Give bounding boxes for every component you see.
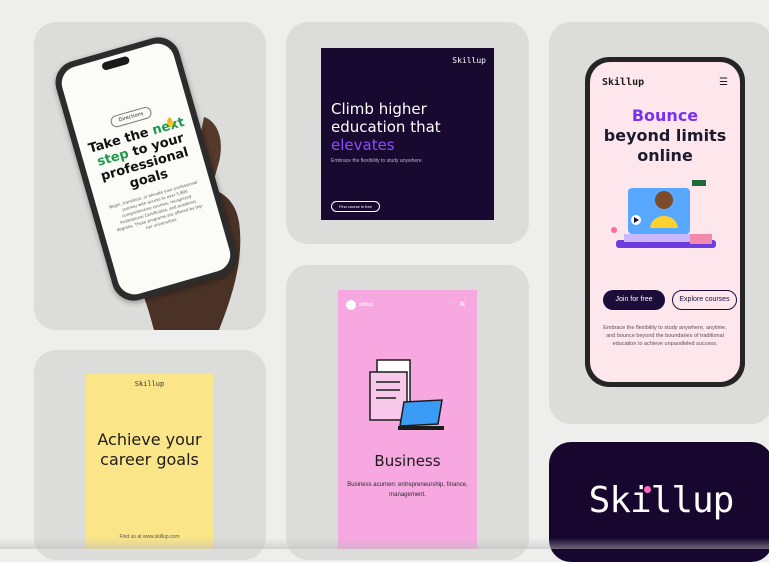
hamburger-icon[interactable]: ☰	[719, 77, 728, 88]
phone-screen: Skillup ☰ Bounce beyond limits online Joi…	[590, 62, 740, 382]
skillup-logo: Skillup	[452, 56, 486, 65]
avatar	[346, 300, 356, 310]
career-headline: Achieve your career goals	[97, 430, 202, 469]
logo-dot	[644, 486, 651, 493]
student-laptop-illustration	[611, 180, 716, 248]
skillup-logo: Skillup	[134, 380, 165, 388]
skillup-logo: Skillup	[602, 77, 645, 88]
join-for-free-button[interactable]: Join for free	[603, 290, 665, 310]
story-header: skillup ··· ✕	[343, 299, 472, 310]
skillup-wordmark: Skillup	[588, 480, 735, 521]
close-icon[interactable]: ✕	[458, 299, 466, 310]
bounce-headline: Bounce beyond limits online	[603, 106, 727, 165]
documents-laptop-illustration	[369, 359, 444, 430]
climb-headline: Climb higher education that elevates	[331, 100, 441, 154]
bottom-shade	[0, 538, 769, 549]
find-course-button[interactable]: Find course is free	[331, 201, 380, 212]
career-card: Skillup Achieve your career goals Find u…	[86, 374, 213, 549]
business-headline: Business	[374, 452, 441, 470]
climb-subtitle: Embrace the flexibility to study anywher…	[331, 158, 422, 164]
climb-higher-card: Skillup Climb higher education that eleva…	[321, 48, 494, 220]
account-name: skillup	[359, 302, 373, 308]
more-icon[interactable]: ···	[448, 300, 454, 306]
explore-courses-button[interactable]: Explore courses	[672, 290, 737, 310]
phone-notch	[101, 55, 131, 71]
phone-mockup-bounce: Skillup ☰ Bounce beyond limits online Joi…	[585, 57, 745, 387]
business-subtitle: Business acumen: entrepreneurship, finan…	[347, 482, 468, 498]
business-card: skillup ··· ✕ Business Business acumen: …	[338, 290, 477, 549]
bounce-body-text: Embrace the flexibility to study anywher…	[603, 325, 727, 347]
